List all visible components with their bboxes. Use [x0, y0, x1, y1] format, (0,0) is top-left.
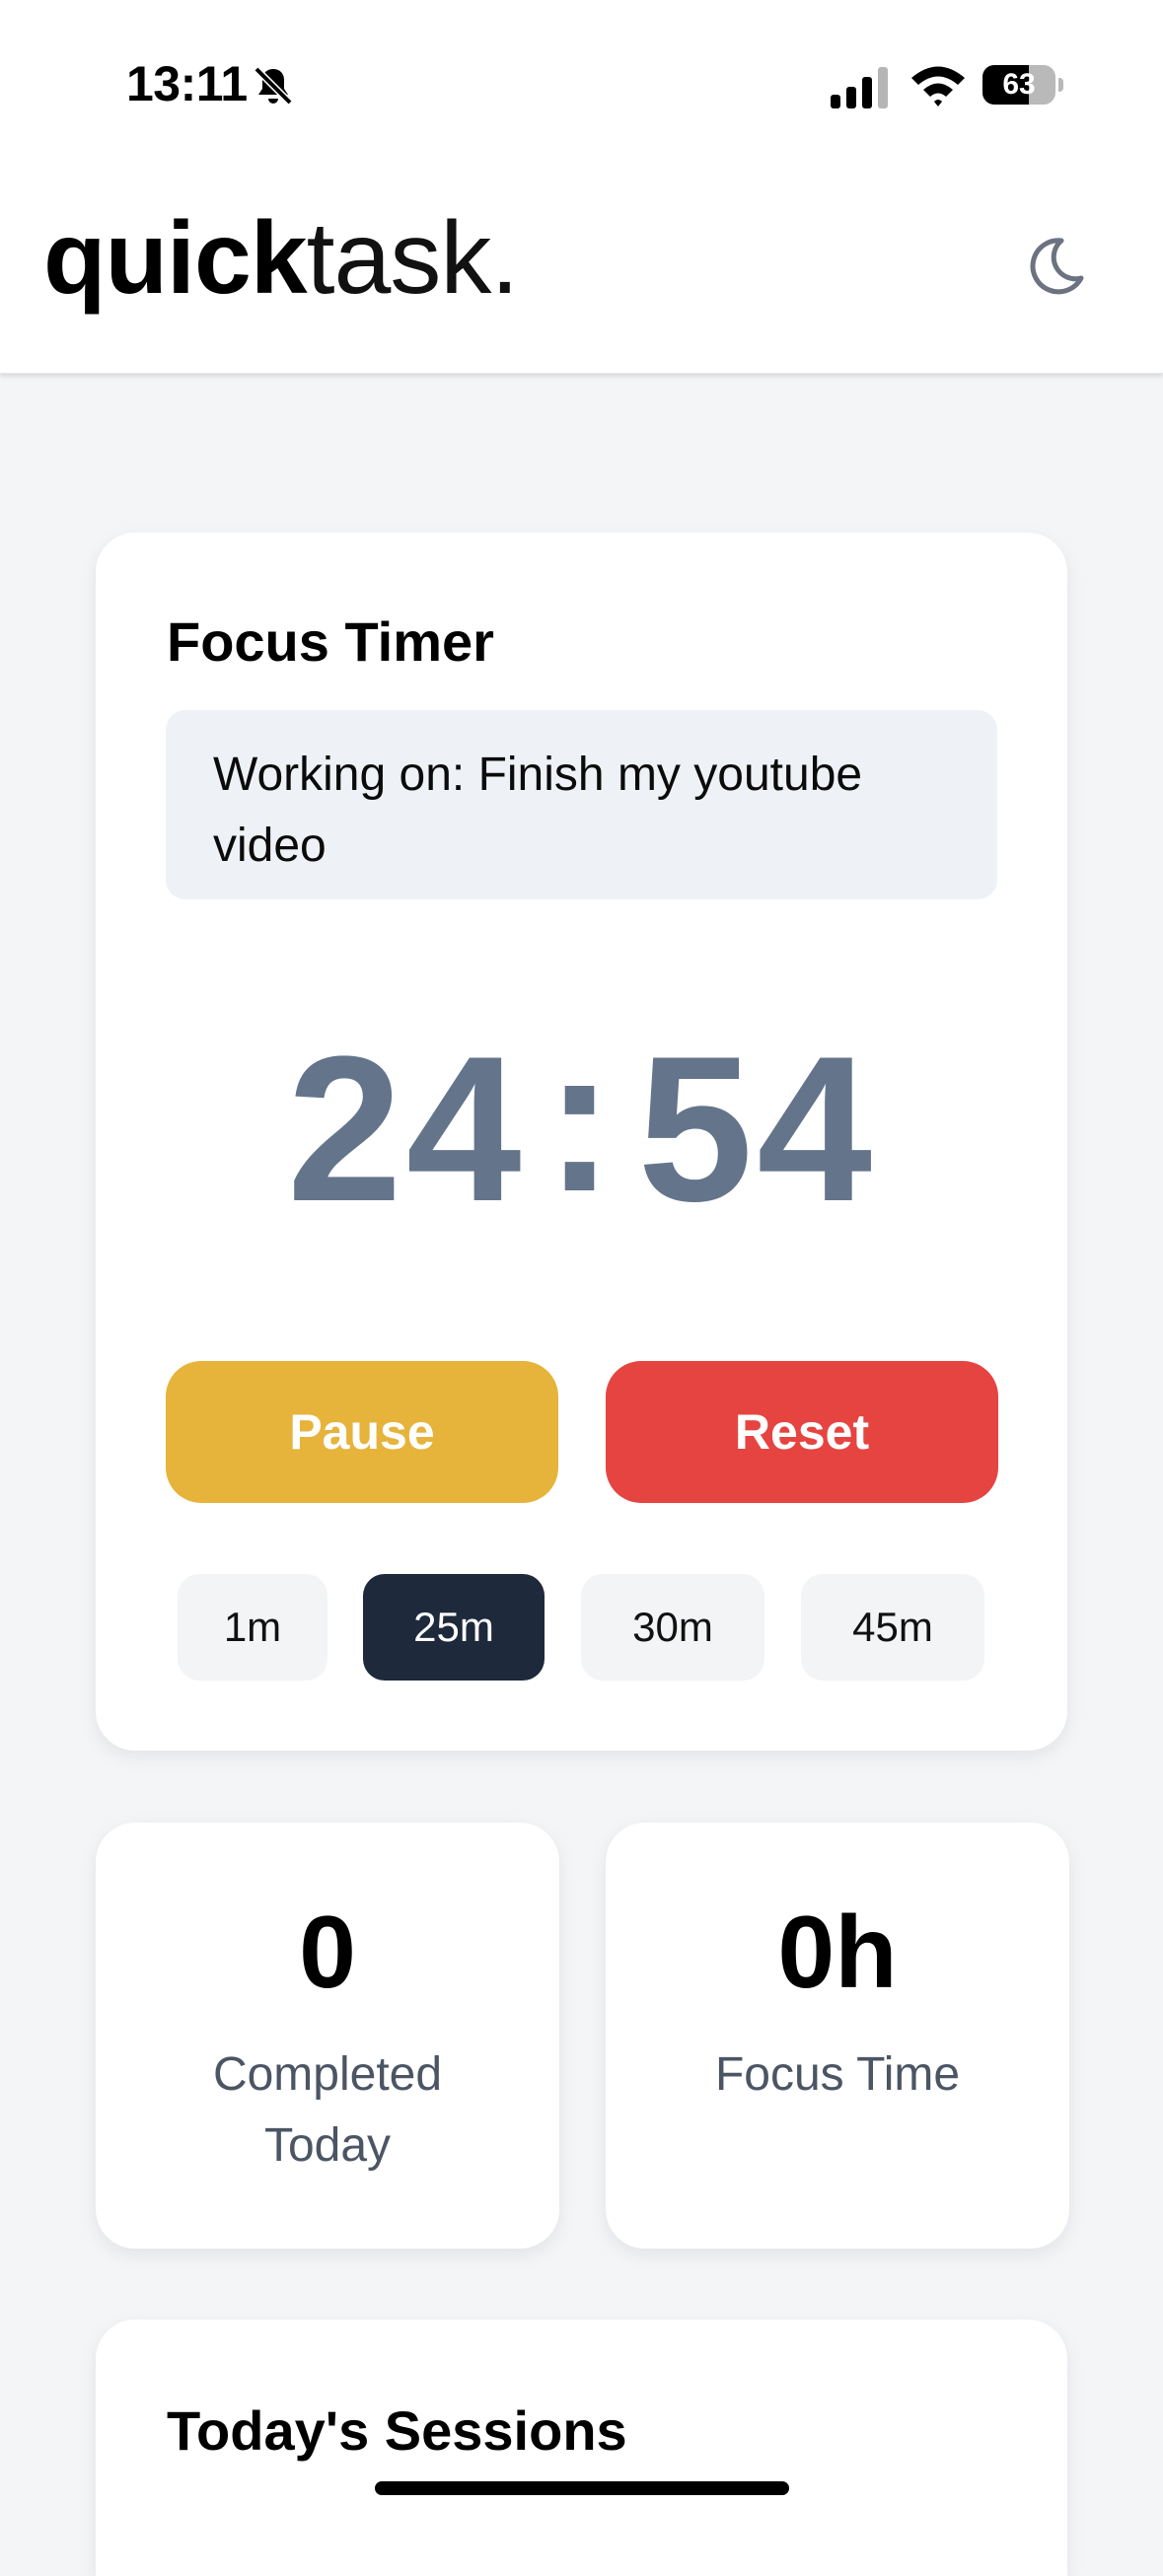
wifi-icon [911, 66, 965, 107]
focus-time-value: 0h [777, 1896, 898, 2010]
timer-minutes: 24 [286, 1013, 526, 1245]
logo-strong-text: quick [43, 201, 308, 316]
preset-25m-button[interactable]: 25m [363, 1574, 545, 1681]
focus-time-card: 0h Focus Time [606, 1823, 1069, 2249]
battery-percent: 63 [1002, 68, 1036, 101]
cellular-signal-icon [831, 67, 888, 108]
home-indicator[interactable] [375, 2481, 789, 2495]
battery-icon: 63 [982, 65, 1063, 105]
preset-1m-button[interactable]: 1m [178, 1574, 327, 1681]
sessions-title: Today's Sessions [167, 2399, 627, 2462]
status-time: 13:11 [126, 56, 248, 111]
timer-seconds: 54 [637, 1013, 877, 1245]
pause-button[interactable]: Pause [166, 1361, 558, 1503]
app-header: quicktask. [0, 158, 1163, 374]
timer-separator: : [545, 1003, 618, 1235]
completed-today-card: 0 Completed Today [96, 1823, 559, 2249]
bell-slash-icon [254, 66, 293, 106]
focus-timer-card: Focus Timer Working on: Finish my youtub… [96, 533, 1067, 1751]
app-logo[interactable]: quicktask. [43, 197, 520, 321]
preset-45m-button[interactable]: 45m [801, 1574, 984, 1681]
battery-body: 63 [982, 65, 1055, 105]
current-task-box: Working on: Finish my youtube video [166, 710, 997, 899]
focus-time-label: Focus Time [714, 2048, 961, 2101]
completed-label: Completed Today [212, 2048, 443, 2172]
completed-count: 0 [299, 1896, 356, 2010]
moon-icon [1030, 238, 1084, 295]
logo-light-text: task. [306, 201, 520, 316]
focus-timer-title: Focus Timer [167, 610, 494, 673]
todays-sessions-card: Today's Sessions [96, 2320, 1067, 2576]
battery-cap [1058, 78, 1063, 92]
timer-display: 24:54 [96, 1016, 1067, 1233]
preset-30m-button[interactable]: 30m [581, 1574, 764, 1681]
reset-button[interactable]: Reset [606, 1361, 998, 1503]
status-bar: 13:11 63 [0, 0, 1163, 158]
theme-toggle-button[interactable] [1016, 227, 1095, 306]
